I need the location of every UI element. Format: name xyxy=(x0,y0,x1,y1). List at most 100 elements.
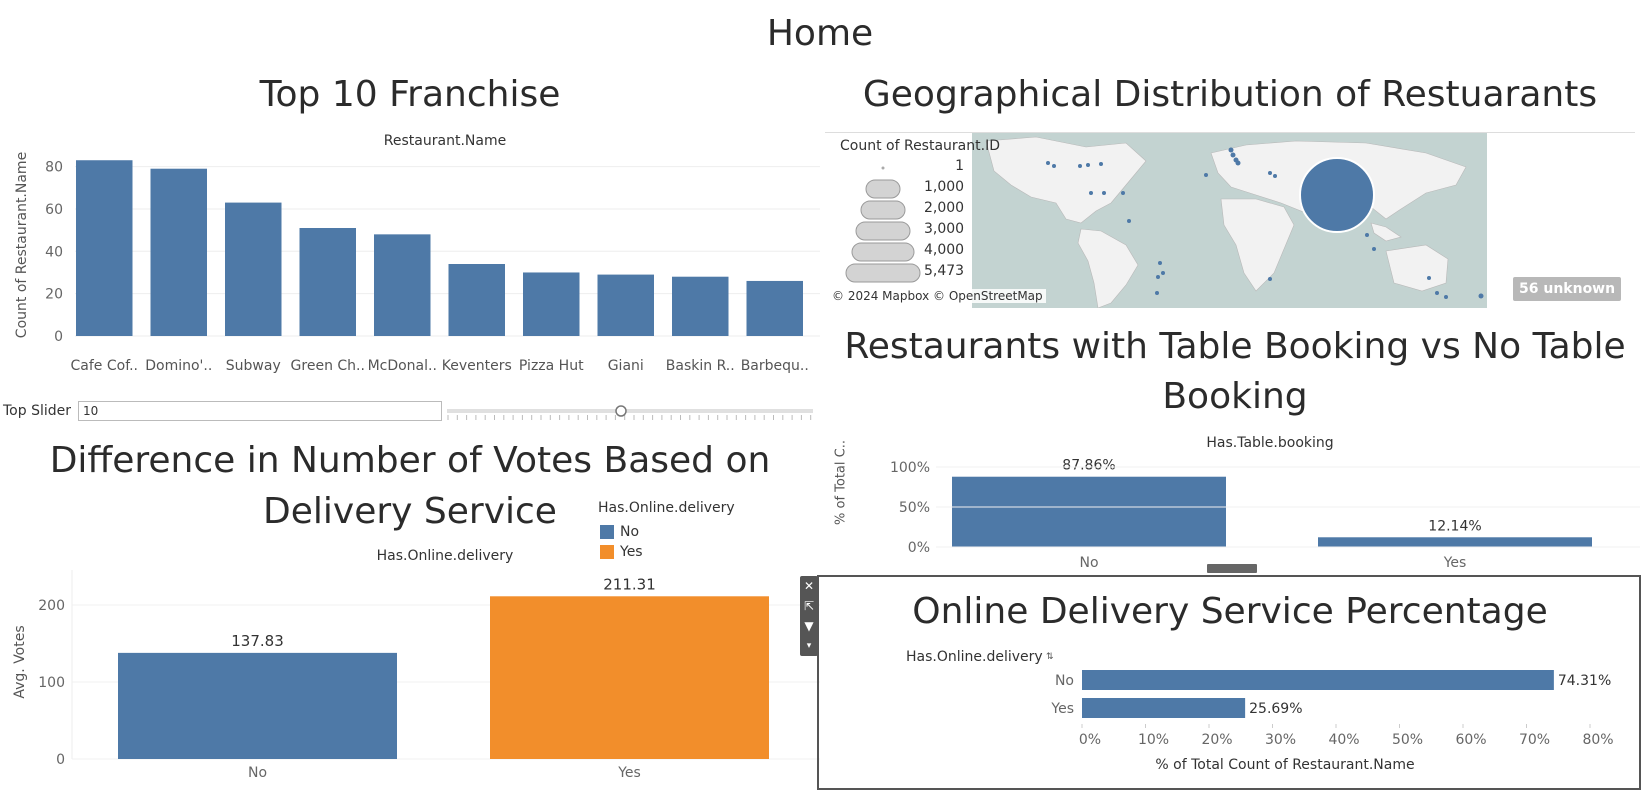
sort-icon[interactable]: ⇅ xyxy=(1046,652,1054,662)
franchise-bar[interactable] xyxy=(746,280,804,336)
top-slider-label: Top Slider xyxy=(3,403,71,419)
legend-label-yes: Yes xyxy=(620,544,643,560)
franchise-bar[interactable] xyxy=(374,234,431,336)
votes-legend-title: Has.Online.delivery xyxy=(598,500,735,516)
legend-item-yes[interactable]: Yes xyxy=(600,542,643,562)
votes-value-label: 137.83 xyxy=(231,632,284,650)
y-category-label: No xyxy=(1055,673,1074,689)
map-attribution[interactable]: © 2024 Mapbox © OpenStreetMap xyxy=(829,289,1046,303)
x-tick-label: No xyxy=(248,765,267,781)
x-tick-label: McDonal.. xyxy=(368,358,437,374)
y-tick-label: 100 xyxy=(38,675,65,691)
x-tick-label: Cafe Cof.. xyxy=(71,358,139,374)
online-bar[interactable] xyxy=(1082,670,1554,690)
top10-header: Restaurant.Name xyxy=(383,133,507,149)
franchise-bar[interactable] xyxy=(672,276,729,336)
panel-drag-handle[interactable] xyxy=(1206,563,1258,574)
geo-legend-label: 1,000 xyxy=(924,179,965,195)
x-tick-label: Green Ch.. xyxy=(291,358,365,374)
x-tick-label: 30% xyxy=(1265,732,1296,748)
franchise-bar[interactable] xyxy=(225,202,282,336)
votes-chart: 137.83 No 211.31 Yes 200 100 0 xyxy=(38,570,820,781)
online-value-label: 74.31% xyxy=(1558,673,1611,689)
geo-legend-label: 2,000 xyxy=(924,200,965,216)
x-tick-label: Baskin R.. xyxy=(666,358,735,374)
geo-legend-label: 1 xyxy=(955,158,964,174)
x-tick-label: No xyxy=(1079,555,1098,571)
legend-size-shape xyxy=(851,242,915,262)
close-icon[interactable]: ✕ xyxy=(800,576,818,596)
x-tick-label: Keventers xyxy=(442,358,512,374)
x-tick-label: 20% xyxy=(1201,732,1232,748)
unknown-indicator[interactable]: 56 unknown xyxy=(1513,277,1622,301)
online-bar[interactable] xyxy=(1082,698,1246,718)
geo-legend-label: 4,000 xyxy=(924,242,965,258)
map-bubble-india xyxy=(1299,157,1375,233)
booking-header: Has.Table.booking xyxy=(1206,435,1334,451)
booking-title: Restaurants with Table Booking vs No Tab… xyxy=(844,326,1626,417)
top-slider-input[interactable]: 10 xyxy=(78,401,442,421)
legend-item-no[interactable]: No xyxy=(600,522,643,542)
franchise-bar[interactable] xyxy=(150,168,208,336)
y-tick-label: 60 xyxy=(45,202,63,218)
y-tick-label: 20 xyxy=(45,287,63,303)
x-tick-label: 60% xyxy=(1455,732,1486,748)
y-category-label: Yes xyxy=(1050,701,1074,717)
legend-size-shape xyxy=(865,179,901,199)
geo-legend-label: 3,000 xyxy=(924,221,965,237)
x-tick-label: Barbequ.. xyxy=(741,358,809,374)
top10-ylabel: Count of Restaurant.Name xyxy=(14,151,30,339)
votes-legend[interactable]: No Yes xyxy=(600,522,643,562)
votes-bar[interactable] xyxy=(490,596,769,759)
top10-title: Top 10 Franchise xyxy=(259,74,561,115)
booking-value-label: 87.86% xyxy=(1062,458,1115,474)
y-tick-label: 0 xyxy=(56,752,65,768)
legend-size-shape xyxy=(855,221,911,241)
x-tick-label: Yes xyxy=(1443,555,1467,571)
x-tick-label: 0% xyxy=(1079,732,1101,748)
slider-track xyxy=(447,409,813,413)
filter-icon[interactable]: ▼ xyxy=(800,616,818,636)
booking-bar[interactable] xyxy=(952,476,1226,547)
y-tick-label: 200 xyxy=(38,598,65,614)
y-tick-label: 0% xyxy=(908,540,930,556)
y-tick-label: 80 xyxy=(45,160,63,176)
x-tick-label: 80% xyxy=(1582,732,1613,748)
y-tick-label: 40 xyxy=(45,244,63,260)
x-tick-label: 50% xyxy=(1392,732,1423,748)
y-tick-label: 0 xyxy=(54,329,63,345)
legend-size-shape xyxy=(860,200,906,220)
top-slider[interactable] xyxy=(445,400,815,422)
legend-swatch-yes xyxy=(600,545,614,559)
slider-handle[interactable] xyxy=(615,405,627,417)
x-tick-label: Giani xyxy=(608,358,644,374)
x-tick-label: Subway xyxy=(226,358,281,374)
panel-toolbar: ✕ ⇱ ▼ ▾ xyxy=(800,576,818,656)
votes-bar[interactable] xyxy=(118,652,397,759)
open-link-icon[interactable]: ⇱ xyxy=(800,596,818,616)
online-header: Has.Online.delivery xyxy=(906,649,1043,665)
y-tick-label: 50% xyxy=(899,500,930,516)
legend-size-shape xyxy=(845,263,921,283)
x-tick-label: 70% xyxy=(1519,732,1550,748)
franchise-bar[interactable] xyxy=(448,264,506,336)
geo-title: Geographical Distribution of Restuarants xyxy=(862,74,1598,115)
dashboard-title: Home xyxy=(766,13,874,54)
online-chart: 74.31% No 25.69% Yes 0% 10% 20% 30% 40% 50% 60% 70… xyxy=(1050,670,1614,748)
y-tick-label: 100% xyxy=(890,460,930,476)
geo-legend-title: Count of Restaurant.ID xyxy=(840,138,1000,154)
franchise-bar[interactable] xyxy=(76,160,133,336)
booking-value-label: 12.14% xyxy=(1428,518,1481,534)
x-tick-label: 40% xyxy=(1328,732,1359,748)
booking-chart: 87.86% No 12.14% Yes 100% 50% 0% xyxy=(890,458,1640,571)
booking-bar[interactable] xyxy=(1318,537,1592,547)
x-tick-label: 10% xyxy=(1138,732,1169,748)
votes-title: Difference in Number of Votes Based on D… xyxy=(49,440,771,532)
votes-ylabel: Avg. Votes xyxy=(12,625,28,699)
franchise-bar[interactable] xyxy=(299,228,357,336)
x-tick-label: Yes xyxy=(617,765,641,781)
franchise-bar[interactable] xyxy=(597,274,655,336)
more-options-icon[interactable]: ▾ xyxy=(800,636,818,656)
legend-size-shape xyxy=(881,166,885,170)
franchise-bar[interactable] xyxy=(523,272,580,336)
